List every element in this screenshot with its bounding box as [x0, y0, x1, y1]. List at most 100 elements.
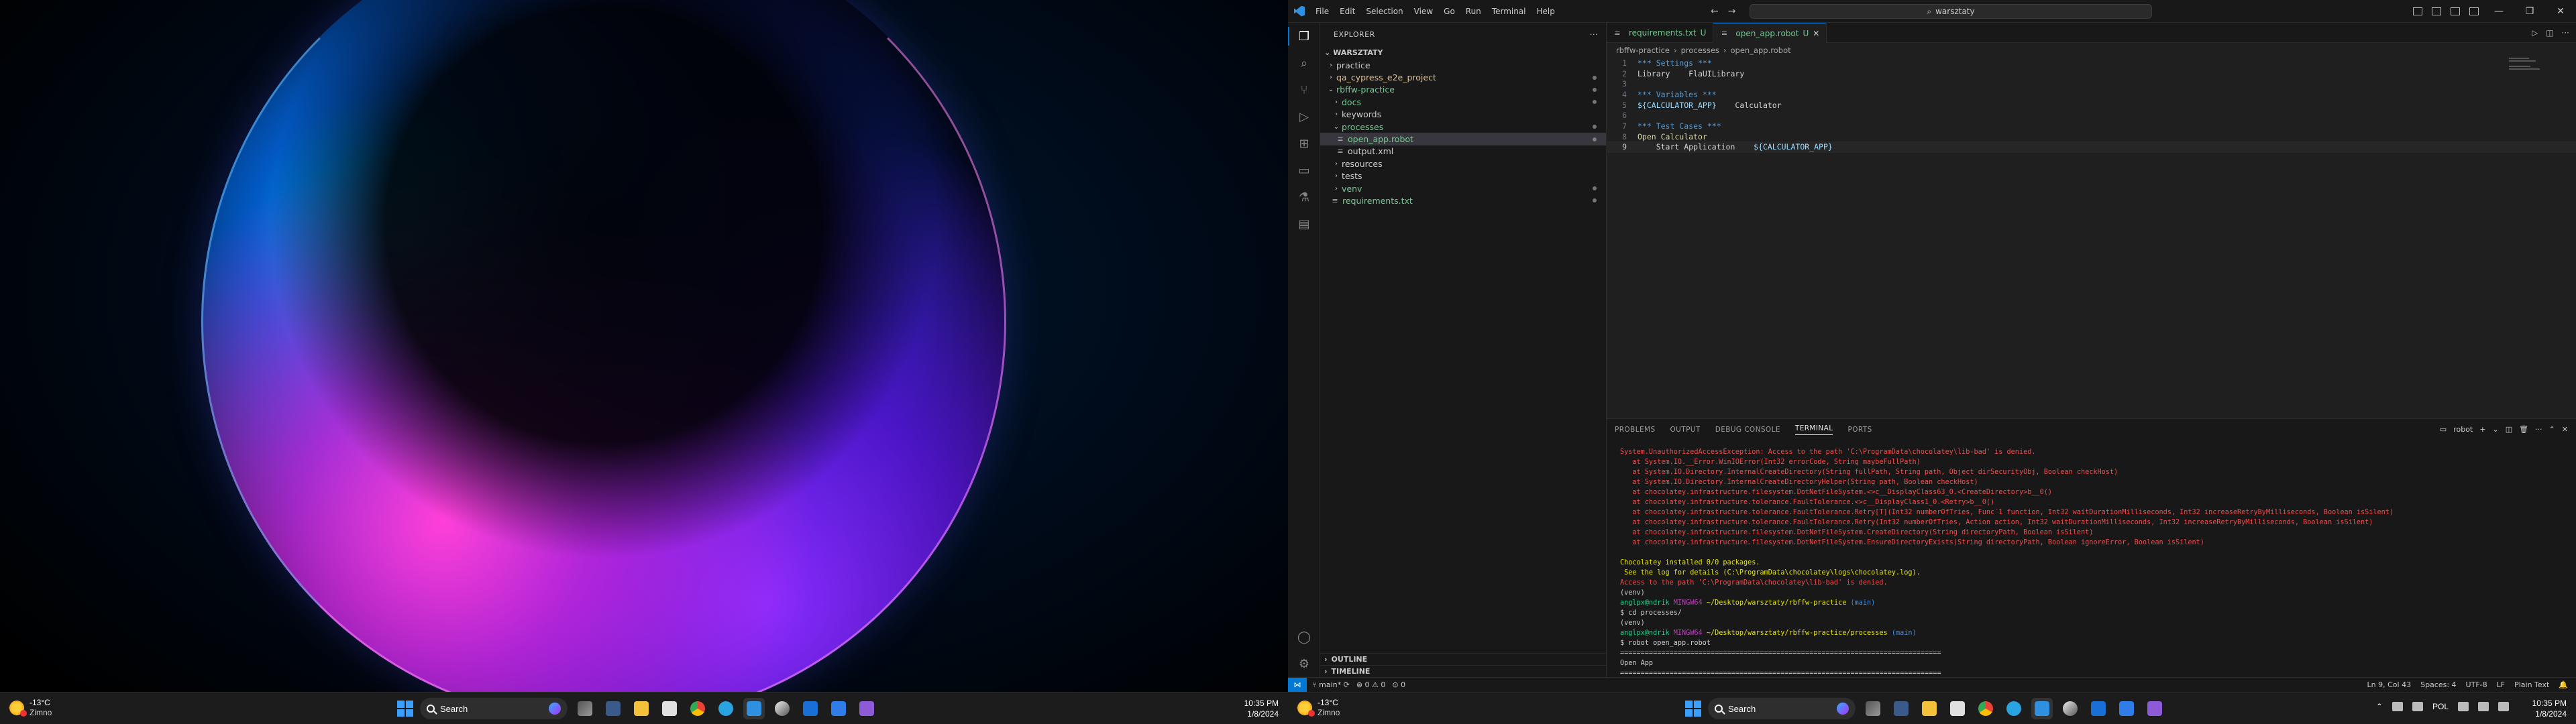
tree-item-output-xml[interactable]: ≡ output.xml [1320, 145, 1606, 158]
language-mode[interactable]: Plain Text [2514, 680, 2549, 689]
command-center[interactable]: ⌕ warsztaty [1750, 4, 2152, 19]
code-line[interactable]: 7 *** Test Cases *** [1607, 121, 2576, 131]
outlook-button[interactable] [2088, 698, 2109, 719]
vscode-button[interactable] [2031, 698, 2053, 719]
taskbar-search[interactable]: Search [1708, 698, 1856, 719]
search-activity[interactable]: ⌕ [1288, 50, 1320, 76]
code-line[interactable]: 6 [1607, 110, 2576, 121]
panel-tab-debug-console[interactable]: DEBUG CONSOLE [1715, 426, 1780, 434]
onedrive-icon[interactable] [2392, 702, 2403, 711]
manage-activity[interactable]: ⚙ [1288, 650, 1320, 677]
tree-item-processes[interactable]: ⌄ processes [1320, 121, 1606, 133]
menu-go[interactable]: Go [1439, 4, 1460, 19]
start-button[interactable] [397, 701, 413, 717]
notifications-icon[interactable]: 🔔 [2559, 680, 2568, 689]
extensions-activity[interactable]: ⊞ [1288, 130, 1320, 157]
tree-item-venv[interactable]: › venv [1320, 182, 1606, 194]
remote-explorer-activity[interactable]: ▭ [1288, 157, 1320, 184]
menu-selection[interactable]: Selection [1361, 4, 1407, 19]
maximize-panel-icon[interactable]: ⌃ [2549, 425, 2555, 434]
chevron-up-icon[interactable]: ⌃ [2376, 702, 2383, 711]
visual-studio-button[interactable] [856, 698, 877, 719]
terminal-shell-label[interactable]: robot [2453, 425, 2473, 434]
split-editor-icon[interactable]: ◫ [2546, 28, 2553, 38]
end-of-line[interactable]: LF [2497, 680, 2505, 689]
volume-icon[interactable] [2478, 702, 2489, 711]
code-line[interactable]: 9 Start Application ${CALCULATOR_APP} [1606, 141, 2576, 154]
trash-icon[interactable]: 🗑 [2519, 425, 2528, 434]
tree-item-rbffw-practice[interactable]: ⌄ rbffw-practice [1320, 84, 1606, 96]
chrome-button[interactable] [1975, 698, 1996, 719]
minimize-button[interactable]: — [2483, 0, 2514, 23]
new-terminal-icon[interactable]: + [2479, 425, 2485, 434]
more-actions-icon[interactable]: ··· [1590, 30, 1598, 39]
code-editor[interactable]: 1 *** Settings *** 2 Library FlaUILibrary 3 4… [1606, 58, 2576, 154]
remote-indicator[interactable]: ⋈ [1288, 677, 1307, 692]
tab-open-app-robot[interactable]: ≡ open_app.robot U ✕ [1713, 23, 1827, 43]
tree-item-tests[interactable]: › tests [1320, 170, 1606, 182]
code-line[interactable]: 1 *** Settings *** [1607, 58, 2576, 68]
telegram-button[interactable] [2003, 698, 2025, 719]
close-window-button[interactable]: ✕ [2545, 0, 2576, 23]
menu-edit[interactable]: Edit [1335, 4, 1360, 19]
widgets-button[interactable] [1890, 698, 1912, 719]
tree-item-requirements-txt[interactable]: ≡ requirements.txt [1320, 194, 1606, 206]
weather-widget[interactable]: -13°C Zimno [9, 698, 52, 718]
telegram-button[interactable] [715, 698, 737, 719]
tree-item-practice[interactable]: › practice [1320, 59, 1606, 71]
testing-activity[interactable]: ⚗ [1288, 184, 1320, 210]
run-file-icon[interactable]: ▷ [2532, 28, 2538, 38]
menu-help[interactable]: Help [1532, 4, 1560, 19]
task-view-button[interactable] [1862, 698, 1884, 719]
widgets-button[interactable] [602, 698, 624, 719]
weather-widget[interactable]: -13°C Zimno [1297, 698, 1340, 718]
tree-item-docs[interactable]: › docs [1320, 96, 1606, 108]
visual-studio-button[interactable] [2144, 698, 2165, 719]
breadcrumb-item[interactable]: open_app.robot [1731, 46, 1791, 55]
start-button[interactable] [1685, 701, 1701, 717]
menu-run[interactable]: Run [1461, 4, 1486, 19]
battery-status-icon[interactable] [2498, 702, 2509, 711]
panel-tab-output[interactable]: OUTPUT [1670, 426, 1701, 434]
ports-indicator[interactable]: ⊙ 0 [1392, 680, 1405, 689]
chevron-down-icon[interactable]: ⌄ [2492, 425, 2498, 434]
breadcrumb-item[interactable]: rbffw-practice [1616, 46, 1670, 55]
tree-item-qa-cypress-e2e-project[interactable]: › qa_cypress_e2e_project [1320, 71, 1606, 83]
panel-tab-ports[interactable]: PORTS [1847, 426, 1872, 434]
outline-section[interactable]: › OUTLINE [1320, 653, 1607, 665]
code-line[interactable]: 3 [1607, 78, 2576, 89]
breadcrumb-item[interactable]: processes [1681, 46, 1719, 55]
more-actions-icon[interactable]: ··· [2562, 28, 2569, 38]
outlook-button[interactable] [800, 698, 821, 719]
timeline-section[interactable]: › TIMELINE [1320, 665, 1607, 677]
workspace-root[interactable]: ⌄ WARSZTATY [1320, 46, 1606, 59]
toggle-panel-icon[interactable] [2432, 7, 2441, 15]
task-view-button[interactable] [574, 698, 596, 719]
cursor-position[interactable]: Ln 9, Col 43 [2367, 680, 2412, 689]
wifi-icon[interactable] [2458, 702, 2469, 711]
more-actions-icon[interactable]: ··· [2535, 425, 2542, 434]
menu-view[interactable]: View [1409, 4, 1438, 19]
tree-item-open-app-robot[interactable]: ≡ open_app.robot [1320, 133, 1606, 145]
split-terminal-icon[interactable]: ◫ [2506, 425, 2512, 434]
clock[interactable]: 10:35 PM 1/8/2024 [2532, 698, 2567, 719]
toggle-secondary-sidebar-icon[interactable] [2451, 7, 2460, 15]
vscode-button[interactable] [743, 698, 765, 719]
battery-icon[interactable] [2412, 702, 2423, 711]
back-arrow-icon[interactable]: ← [1711, 6, 1719, 17]
problems-indicator[interactable]: ⊗ 0 ⚠ 0 [1356, 680, 1386, 689]
terminal-output[interactable]: System.UnauthorizedAccessException: Acce… [1607, 447, 2576, 688]
file-explorer-button[interactable] [631, 698, 652, 719]
toggle-primary-sidebar-icon[interactable] [2413, 7, 2422, 15]
run-debug-activity[interactable]: ▷ [1288, 103, 1320, 130]
code-line[interactable]: 5 ${CALCULATOR_APP} Calculator [1607, 100, 2576, 111]
menu-file[interactable]: File [1311, 4, 1334, 19]
code-line[interactable]: 8 Open Calculator [1607, 131, 2576, 142]
docker-activity[interactable]: ▤ [1288, 210, 1320, 237]
clock[interactable]: 10:35 PM 1/8/2024 [1244, 698, 1279, 719]
customize-layout-icon[interactable] [2469, 7, 2479, 15]
branch-indicator[interactable]: ⑂ main* ⟳ [1312, 680, 1350, 689]
tab-requirements-txt[interactable]: ≡ requirements.txt U [1607, 23, 1714, 43]
encoding[interactable]: UTF-8 [2466, 680, 2487, 689]
language-indicator[interactable]: POL [2432, 702, 2449, 711]
